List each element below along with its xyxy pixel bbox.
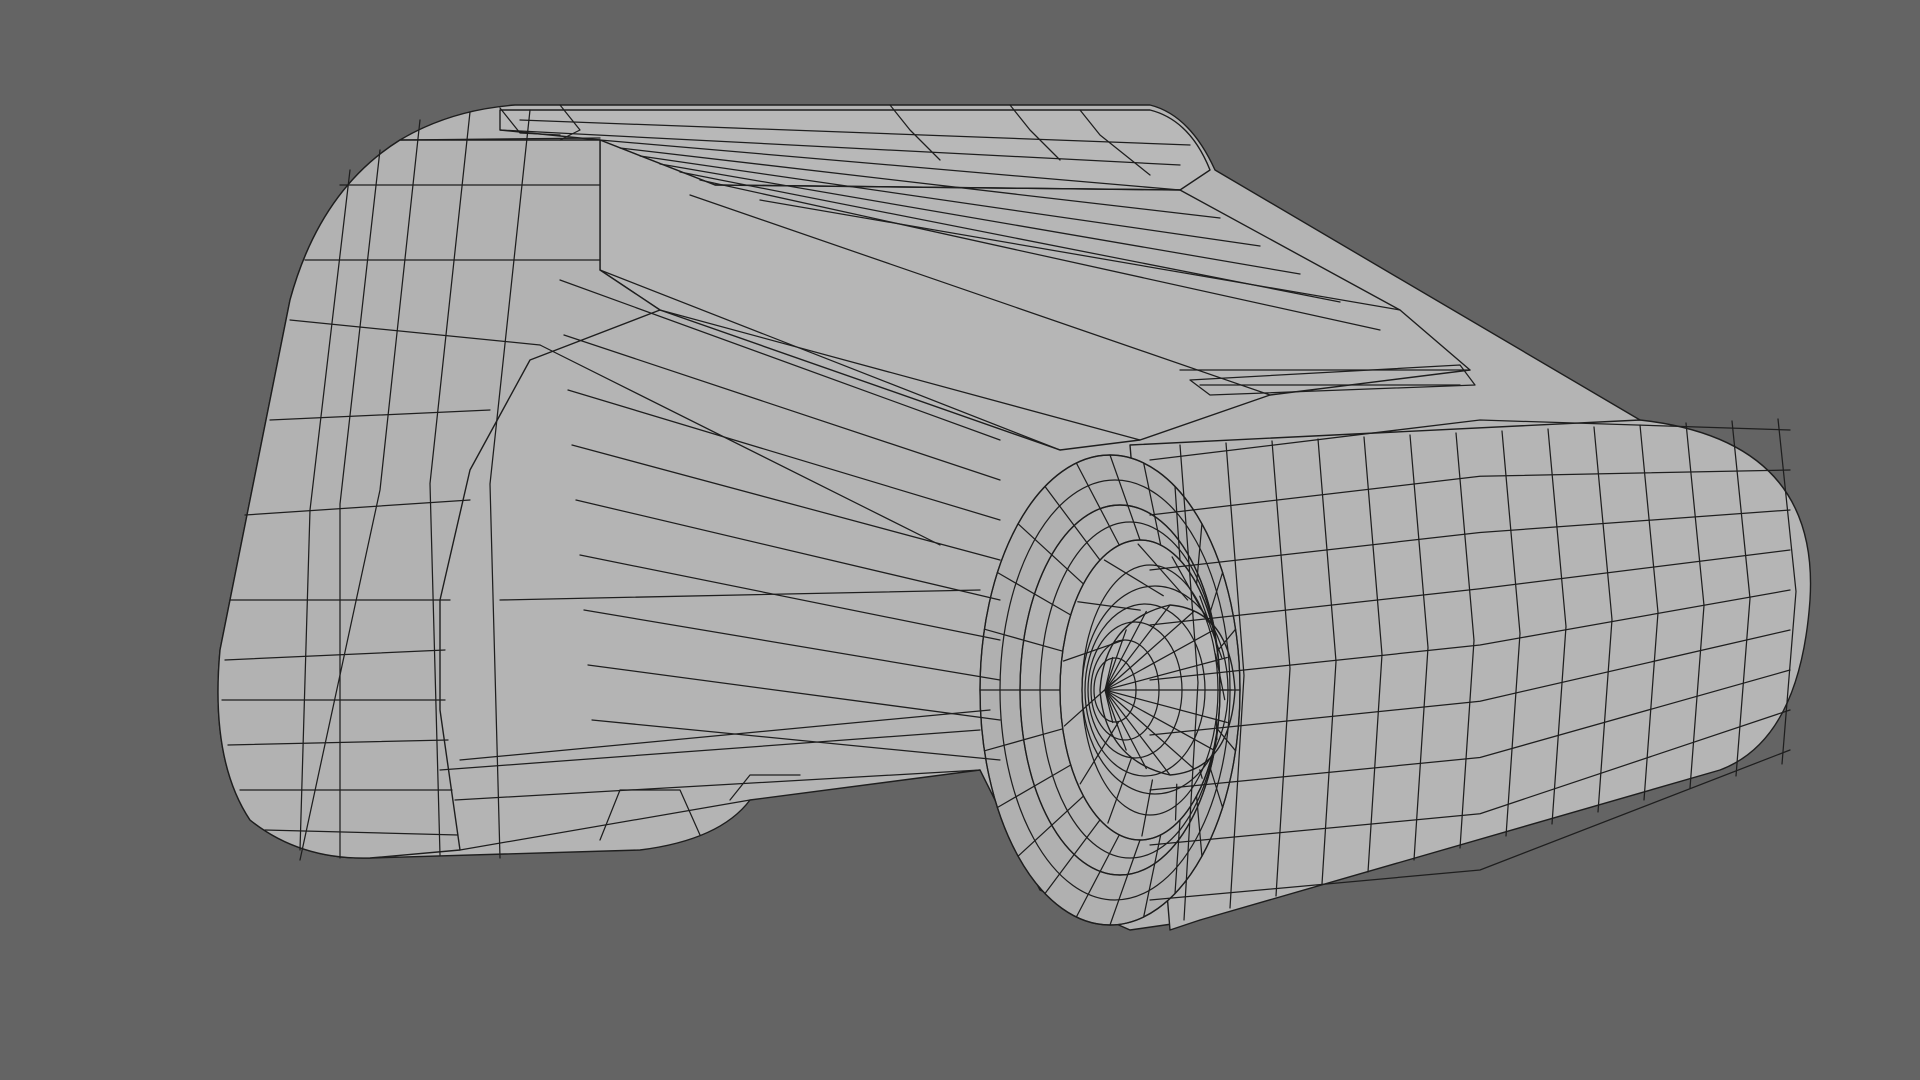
3d-viewport[interactable] <box>0 0 1920 1080</box>
wireframe-model[interactable] <box>0 0 1920 1080</box>
